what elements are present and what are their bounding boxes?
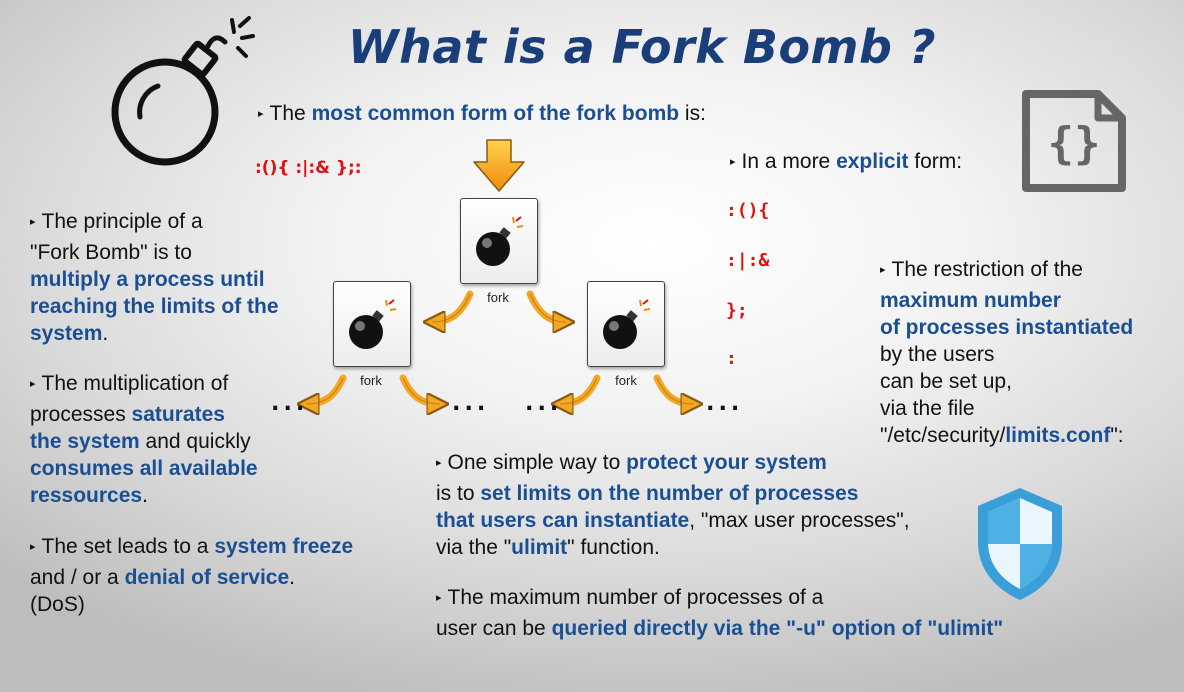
svg-text:{}: {} <box>1048 118 1101 169</box>
curved-arrow-icon <box>560 374 601 404</box>
down-arrow-icon <box>473 139 525 192</box>
fork-process-box-left <box>333 281 411 367</box>
curved-arrow-icon <box>653 374 694 404</box>
multiplication-paragraph: ▸ The multiplication of processes saturat… <box>30 372 258 507</box>
ellipsis-1: ... <box>268 388 307 416</box>
curved-arrow-icon <box>306 374 347 404</box>
curved-arrow-icon <box>526 290 566 322</box>
bomb-icon <box>603 299 651 349</box>
fork-process-box-root <box>460 198 538 284</box>
bomb-icon <box>349 299 397 349</box>
restriction-paragraph: ▸ The restriction of the maximum number o… <box>880 258 1134 447</box>
fork-label-left: fork <box>360 373 382 388</box>
query-paragraph: ▸ The maximum number of processes of a us… <box>436 586 1004 640</box>
ellipsis-2: ... <box>449 388 488 416</box>
bomb-icon <box>111 16 255 166</box>
ellipsis-4: ... <box>703 388 742 416</box>
curved-arrow-icon <box>399 374 440 404</box>
bomb-icon <box>476 216 524 266</box>
common-form-code: :(){ :|:& };: <box>255 158 362 178</box>
fork-process-box-right <box>587 281 665 367</box>
common-form-text: ▸ The most common form of the fork bomb i… <box>258 102 706 125</box>
explicit-code-line-2: :|:& <box>726 250 770 271</box>
explicit-code-line-3: }; <box>726 300 748 321</box>
explicit-form-text: ▸ In a more explicit form: <box>730 150 963 173</box>
explicit-code-line-1: :(){ <box>726 200 770 221</box>
protect-paragraph: ▸ One simple way to protect your system i… <box>436 451 910 559</box>
curved-arrow-icon <box>432 290 474 322</box>
ellipsis-3: ... <box>522 388 561 416</box>
freeze-paragraph: ▸ The set leads to a system freeze and / … <box>30 535 354 616</box>
fork-label-root: fork <box>487 290 509 305</box>
explicit-code-line-4: : <box>726 348 737 369</box>
shield-icon <box>978 488 1062 600</box>
fork-label-right: fork <box>615 373 637 388</box>
principle-paragraph: ▸ The principle of a "Fork Bomb" is to mu… <box>30 210 279 345</box>
code-file-icon: {} <box>1022 90 1126 192</box>
